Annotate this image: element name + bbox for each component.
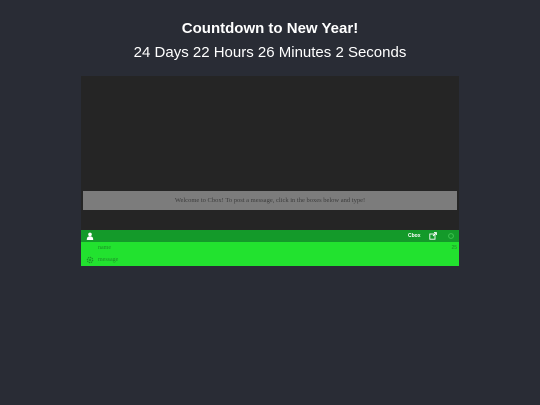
chat-message-area[interactable]: Welcome to Cbox! To post a message, clic… xyxy=(81,76,459,230)
chat-input-area: 25 xyxy=(81,242,459,266)
settings-icon[interactable] xyxy=(447,232,455,240)
name-char-counter: 25 xyxy=(451,245,457,251)
page-title: Countdown to New Year! xyxy=(181,20,359,37)
gear-icon[interactable] xyxy=(86,256,94,264)
name-input[interactable] xyxy=(98,243,438,253)
user-icon[interactable] xyxy=(86,232,94,240)
name-row: 25 xyxy=(81,242,459,254)
cbox-brand-link[interactable]: Cbox xyxy=(408,230,421,242)
welcome-message: Welcome to Cbox! To post a message, clic… xyxy=(83,191,457,210)
message-input[interactable] xyxy=(98,255,438,265)
message-char-counter xyxy=(443,255,457,265)
external-link-icon[interactable] xyxy=(429,232,437,240)
chat-widget: Welcome to Cbox! To post a message, clic… xyxy=(81,76,459,266)
message-row xyxy=(81,254,459,266)
chat-toolbar: Cbox xyxy=(81,230,459,242)
countdown-timer: 24 Days 22 Hours 26 Minutes 2 Seconds xyxy=(133,44,407,61)
